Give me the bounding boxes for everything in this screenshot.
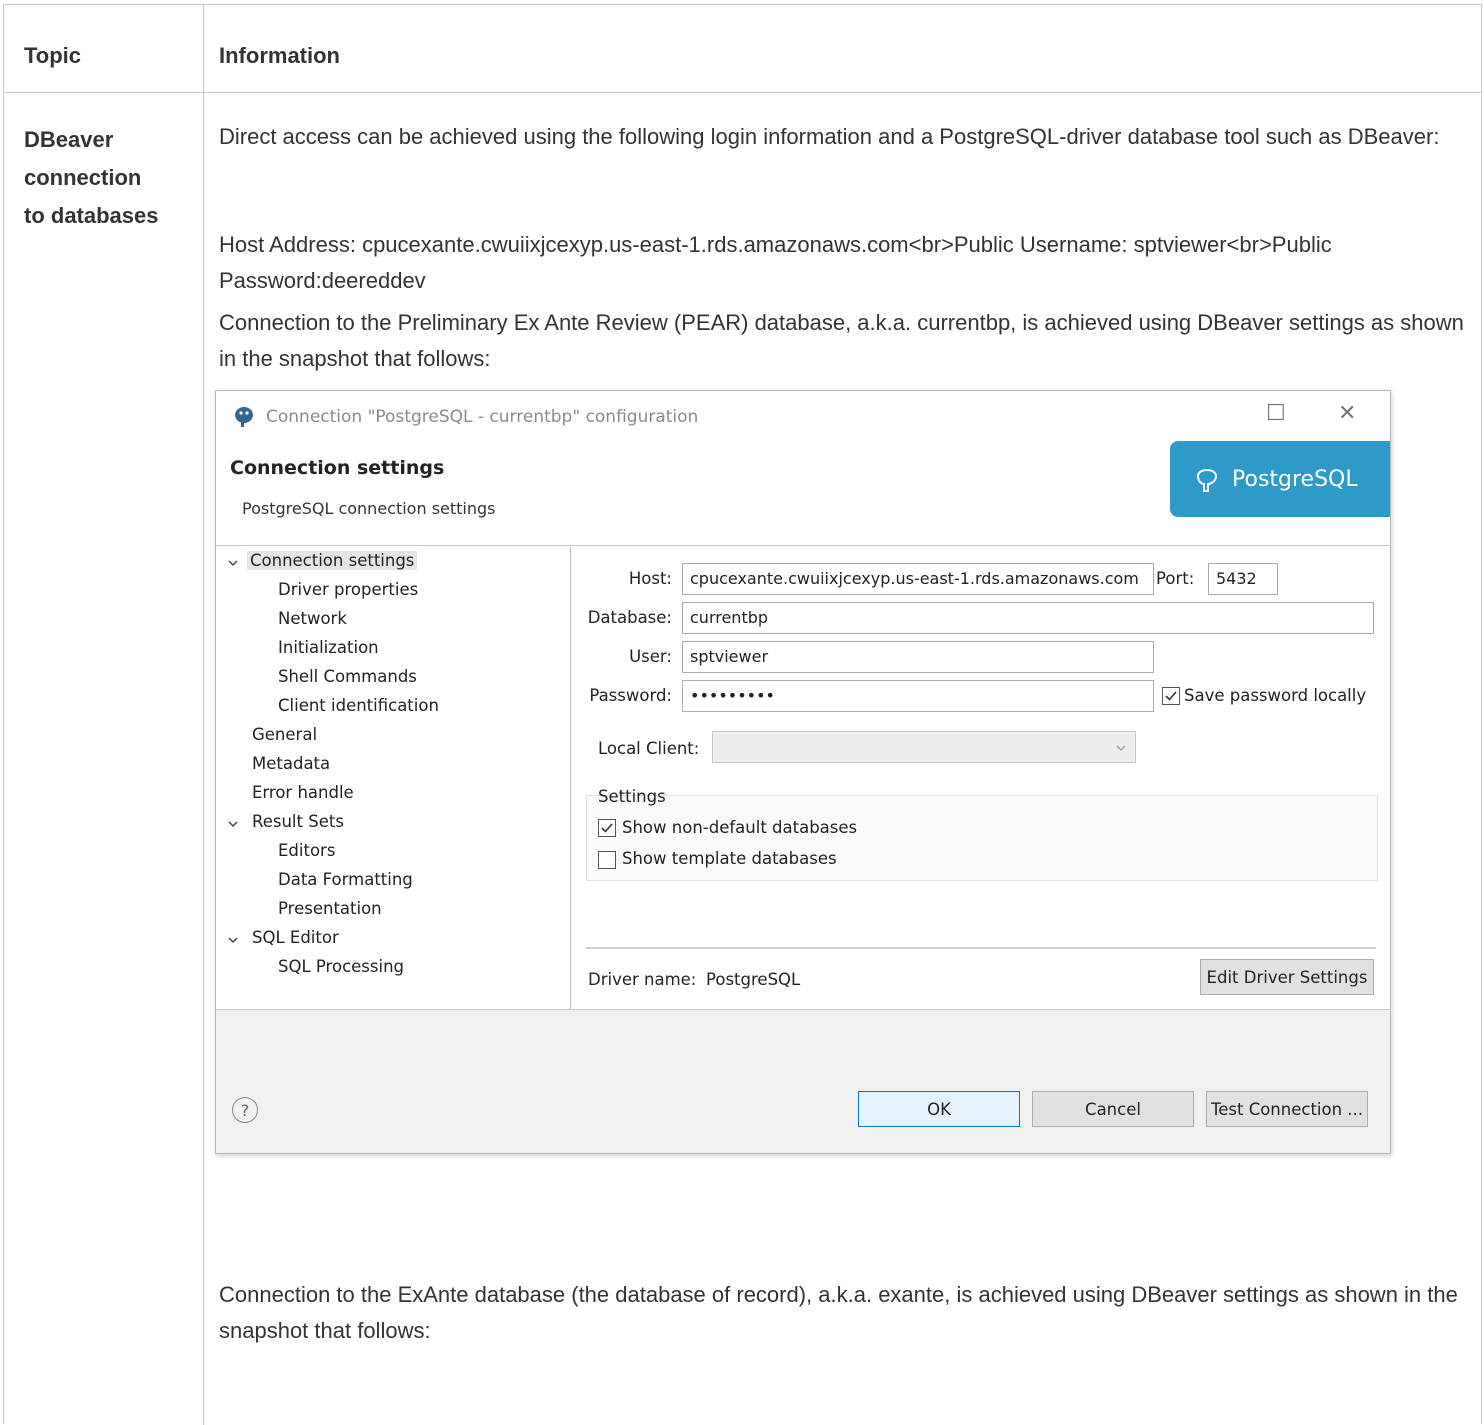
banner-text: PostgreSQL: [1232, 466, 1358, 492]
database-input[interactable]: currentbp: [682, 602, 1374, 634]
tree-item-connection-settings[interactable]: Connection settings: [247, 551, 418, 570]
ok-button[interactable]: OK: [858, 1091, 1020, 1127]
topic-line: connection: [24, 165, 142, 190]
paragraph-login-info: Host Address: cpucexante.cwuiixjcexyp.us…: [219, 232, 1332, 293]
postgres-logo-icon: [1196, 469, 1218, 492]
dbeaver-dialog-snapshot: Connection "PostgreSQL - currentbp" conf…: [215, 390, 1391, 1154]
dialog-button-bar: [216, 1009, 1390, 1153]
host-input[interactable]: cpucexante.cwuiixjcexyp.us-east-1.rds.am…: [682, 563, 1154, 595]
chevron-down-icon: [1116, 745, 1126, 751]
tree-item-error-handle[interactable]: Error handle: [252, 783, 354, 802]
host-label: Host:: [628, 569, 672, 588]
tree-item-driver-properties[interactable]: Driver properties: [278, 580, 418, 599]
tree-item-data-formatting[interactable]: Data Formatting: [278, 870, 413, 889]
show-template-label: Show template databases: [622, 849, 837, 868]
cancel-button[interactable]: Cancel: [1032, 1091, 1194, 1127]
tree-item-client-identification[interactable]: Client identification: [278, 696, 439, 715]
edit-driver-settings-button[interactable]: Edit Driver Settings: [1200, 959, 1374, 995]
show-template-checkbox[interactable]: [598, 851, 616, 869]
settings-group: [586, 795, 1378, 881]
tree-item-result-sets[interactable]: Result Sets: [252, 812, 344, 831]
tree-item-sql-editor[interactable]: SQL Editor: [252, 928, 339, 947]
tree-item-initialization[interactable]: Initialization: [278, 638, 379, 657]
window-title: Connection "PostgreSQL - currentbp" conf…: [266, 407, 699, 427]
driver-name-label: Driver name:: [588, 970, 697, 989]
settings-group-label: Settings: [598, 787, 666, 806]
postgres-elephant-icon: [235, 407, 253, 427]
postgresql-banner: PostgreSQL: [1170, 441, 1390, 517]
driver-name-value: PostgreSQL: [706, 970, 801, 989]
password-input[interactable]: •••••••••: [682, 680, 1154, 712]
maximize-icon[interactable]: ☐: [1266, 401, 1286, 426]
test-connection-button[interactable]: Test Connection ...: [1206, 1091, 1368, 1127]
tree-item-presentation[interactable]: Presentation: [278, 899, 382, 918]
paragraph-direct-access: Direct access can be achieved using the …: [219, 124, 1440, 149]
form-footer-separator: [586, 947, 1376, 949]
checkmark-icon: [1165, 691, 1177, 701]
local-client-select[interactable]: [712, 731, 1136, 763]
tree-item-sql-processing[interactable]: SQL Processing: [278, 957, 404, 976]
column-divider: [203, 5, 204, 1425]
database-label: Database:: [587, 608, 672, 627]
user-input[interactable]: sptviewer: [682, 641, 1154, 673]
show-non-default-checkbox[interactable]: [598, 819, 616, 837]
paragraph-exante-connection: Connection to the ExAnte database (the d…: [219, 1282, 1458, 1343]
port-input[interactable]: 5432: [1208, 563, 1278, 595]
local-client-label: Local Client:: [598, 739, 700, 758]
chevron-down-icon[interactable]: [228, 935, 238, 945]
close-icon[interactable]: ✕: [1338, 401, 1356, 426]
chevron-down-icon[interactable]: [228, 819, 238, 829]
password-label: Password:: [589, 686, 672, 705]
header-information: Information: [219, 43, 340, 68]
help-icon[interactable]: ?: [232, 1097, 258, 1123]
dialog-header-title: Connection settings: [230, 457, 445, 479]
tree-item-editors[interactable]: Editors: [278, 841, 335, 860]
tree-item-general[interactable]: General: [252, 725, 317, 744]
topic-line: DBeaver: [24, 127, 114, 152]
chevron-down-icon[interactable]: [228, 558, 238, 568]
topic-cell: DBeaver connection to databases: [24, 121, 194, 235]
header-separator: [216, 545, 1390, 546]
port-label: Port:: [1156, 569, 1195, 588]
header-topic: Topic: [24, 43, 82, 68]
show-non-default-label: Show non-default databases: [622, 818, 858, 837]
settings-tree: Connection settings Driver properties Ne…: [220, 547, 571, 1009]
topic-line: to databases: [24, 203, 159, 228]
user-label: User:: [629, 647, 672, 666]
save-password-label: Save password locally: [1184, 686, 1367, 705]
table-header-row: Topic Information: [4, 5, 1481, 93]
tree-item-network[interactable]: Network: [278, 609, 347, 628]
checkmark-icon: [601, 823, 613, 833]
save-password-checkbox[interactable]: [1162, 687, 1180, 705]
tree-item-metadata[interactable]: Metadata: [252, 754, 330, 773]
dialog-header-subtitle: PostgreSQL connection settings: [242, 499, 496, 518]
tree-item-shell-commands[interactable]: Shell Commands: [278, 667, 417, 686]
paragraph-pear-connection: Connection to the Preliminary Ex Ante Re…: [219, 310, 1464, 371]
